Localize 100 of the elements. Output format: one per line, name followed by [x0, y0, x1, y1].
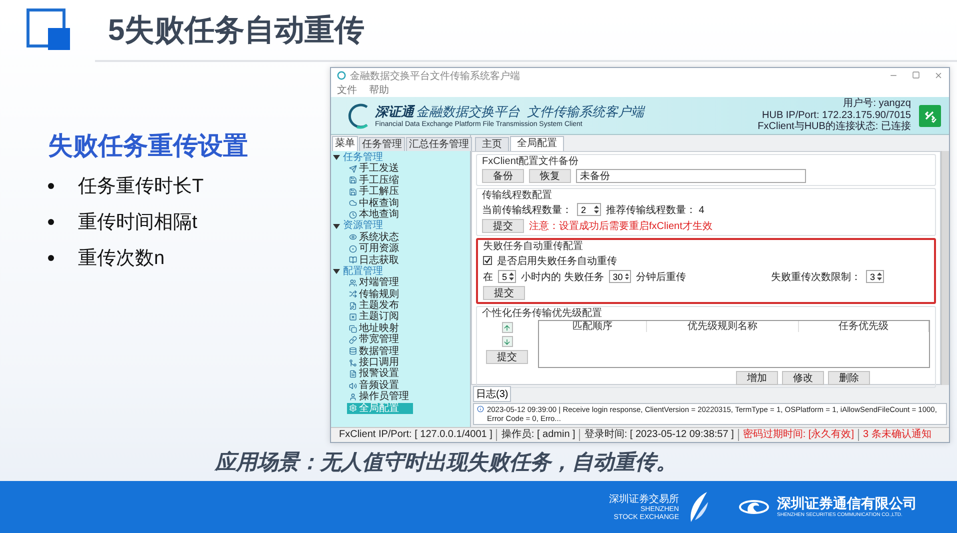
eye-icon: [349, 233, 357, 242]
submit-button[interactable]: 提交: [483, 286, 525, 300]
arrow-up-icon: [503, 324, 511, 332]
status-text: 操作员: [ admin ]: [496, 429, 580, 441]
arrow-down-icon: [503, 338, 511, 346]
tree-item[interactable]: 中枢查询: [347, 198, 401, 209]
tree-item[interactable]: 带宽管理: [347, 334, 401, 346]
move-up-button[interactable]: [502, 322, 512, 333]
hub-address: HUB IP/Port: 172.23.175.90/7015: [762, 110, 911, 121]
tree-item[interactable]: 数据管理: [347, 346, 401, 358]
tree-item[interactable]: 主题订阅: [347, 311, 401, 323]
group-title: FxClient配置文件备份: [482, 156, 580, 167]
squares-logo-icon: [26, 8, 72, 52]
status-text: 登录时间: [ 2023-05-12 09:38:57 ]: [579, 429, 738, 441]
user-id: 用户号: yangzq: [843, 98, 911, 110]
section-heading: 失败任务重传设置: [48, 131, 249, 162]
action-button[interactable]: 恢复: [529, 168, 571, 182]
status-text: FxClient IP/Port: [ 127.0.0.1/4001 ]: [338, 429, 494, 441]
logo-name: 深圳证券交易所: [609, 492, 679, 506]
column-header: 任务优先级: [798, 321, 929, 332]
link-icon: [349, 336, 357, 344]
clock-icon: [349, 210, 357, 219]
number-field[interactable]: 2: [577, 203, 601, 216]
warning-note: 注意：设置成功后需要重启fxClient才生效: [529, 220, 712, 232]
caret-icon[interactable]: [333, 154, 340, 162]
number-field[interactable]: 30: [608, 270, 631, 283]
action-button[interactable]: 修改: [782, 371, 824, 385]
tree-item[interactable]: 手工解压: [347, 186, 401, 198]
bullet-icon: [48, 219, 54, 225]
slide-title: 5失败任务自动重传: [108, 12, 365, 48]
bullet-icon: [48, 255, 54, 261]
field-label: 推荐传输线程数量： 4: [606, 204, 704, 216]
tree-item[interactable]: 主题发布: [347, 300, 401, 312]
number-field[interactable]: 5: [498, 270, 516, 283]
shuffle-icon: [349, 290, 357, 298]
checkbox[interactable]: [483, 256, 492, 265]
caret-icon[interactable]: [333, 222, 340, 230]
close-icon[interactable]: [934, 71, 943, 80]
tree-item[interactable]: 手工发送: [347, 163, 401, 175]
users-icon: [349, 278, 357, 287]
content-tab[interactable]: 全局配置: [510, 136, 564, 151]
info-icon: [477, 405, 484, 413]
tree-item[interactable]: 传输规则: [347, 288, 401, 300]
bullet-text: 重传时间相隔t: [78, 211, 198, 235]
window-title: 金融数据交换平台文件传输系统客户端: [350, 70, 521, 82]
submit-button[interactable]: 提交: [486, 350, 528, 364]
field-label: 失败重传次数限制：: [771, 270, 861, 284]
tree-item[interactable]: 手工压缩: [347, 174, 401, 186]
brand-name: 深证通: [375, 103, 414, 120]
tree-item[interactable]: 可用资源: [347, 243, 401, 255]
send-icon: [349, 165, 357, 174]
field-label: 在: [483, 270, 493, 284]
merge-icon: [349, 358, 357, 367]
tree-item[interactable]: 地址映射: [347, 322, 401, 334]
sidebar-tab[interactable]: 任务管理: [359, 137, 405, 151]
tree-item[interactable]: 本地查询: [347, 208, 401, 220]
tree-group[interactable]: 资源管理: [343, 220, 383, 232]
save-icon: [349, 176, 357, 184]
spinner-arrows-icon: [877, 272, 882, 281]
status-text: 3 条未确认通知: [858, 429, 936, 441]
tree-item[interactable]: 操作员管理: [347, 391, 411, 403]
field-label: 小时内的 失败任务: [521, 270, 604, 284]
tree-item[interactable]: 音频设置: [347, 380, 401, 392]
move-down-button[interactable]: [502, 336, 512, 347]
connection-status: FxClient与HUB的连接状态: 已连接: [758, 121, 911, 133]
bullet-text: 重传次数n: [78, 247, 165, 271]
tree-group[interactable]: 任务管理: [343, 152, 383, 164]
tree-item[interactable]: 日志获取: [347, 254, 401, 266]
sidebar-tab[interactable]: 汇总任务管理: [406, 137, 472, 151]
log-tab[interactable]: 日志(3): [473, 386, 512, 402]
content-tab[interactable]: 主页: [475, 137, 509, 151]
action-button[interactable]: 增加: [736, 371, 778, 385]
connected-plug-icon: [919, 104, 941, 126]
tree-item[interactable]: 系统状态: [347, 232, 401, 244]
tree-item[interactable]: 接口调用: [347, 357, 401, 368]
tree-item[interactable]: 对端管理: [347, 277, 401, 289]
caret-icon[interactable]: [333, 268, 340, 276]
sidebar-tab[interactable]: 菜单: [332, 136, 358, 151]
user-icon: [349, 392, 357, 401]
menu-item[interactable]: 帮助: [369, 83, 389, 97]
maximize-icon[interactable]: [912, 71, 920, 79]
tree-item[interactable]: 报警设置: [347, 368, 401, 380]
action-button[interactable]: 备份: [482, 168, 524, 182]
book-icon: [349, 256, 357, 264]
number-field[interactable]: 3: [866, 270, 884, 283]
copy-icon: [349, 324, 357, 333]
group-title: 传输线程数配置: [482, 190, 553, 201]
action-button[interactable]: 删除: [828, 371, 870, 385]
backup-status-field[interactable]: 未备份: [576, 168, 806, 182]
tree-group[interactable]: 配置管理: [343, 266, 383, 278]
group-title: 个性化任务传输优先级配置: [482, 308, 602, 319]
file-icon: [349, 370, 357, 378]
menu-item[interactable]: 文件: [337, 83, 357, 97]
speaker-icon: [349, 382, 357, 390]
field-label: 分钟后重传: [636, 270, 686, 284]
submit-button[interactable]: 提交: [482, 218, 524, 232]
bullet-icon: [48, 183, 54, 189]
checkbox-label: 是否启用失败任务自动重传: [497, 254, 617, 268]
group-title: 失败任务自动重传配置: [483, 241, 584, 252]
square-x-icon: [349, 313, 357, 322]
